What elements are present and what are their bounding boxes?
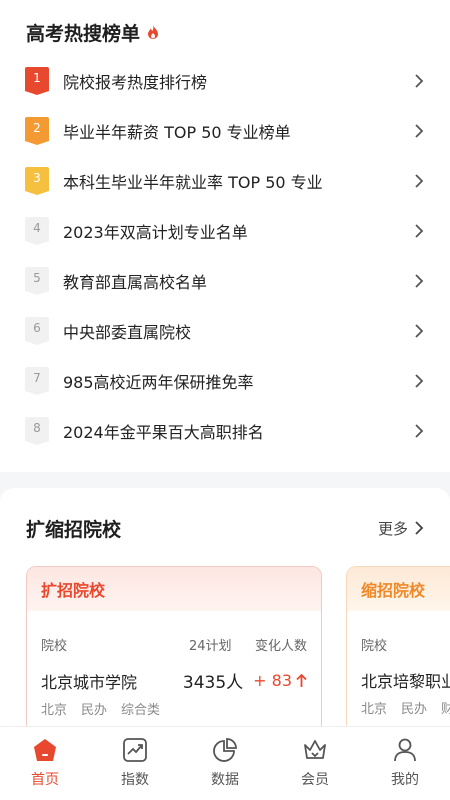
rank-number: 1 — [33, 71, 41, 85]
crown-icon — [304, 740, 326, 759]
card-column-headers: 院校 24计划 变化人数 — [27, 635, 321, 654]
bottom-tab-bar: 首页 指数 数据 会员 我的 — [0, 726, 450, 800]
hot-search-section: 高考热搜榜单 1 院校报考热度排行榜 2 毕业半年薪资 TOP 50 专业榜单 — [0, 0, 450, 472]
rank-badge-4: 4 — [25, 217, 49, 245]
card-column-headers: 院校 — [347, 635, 450, 654]
tag-type: 综合类 — [121, 703, 161, 718]
rank-number: 7 — [33, 371, 41, 385]
change-count: + 83 — [253, 671, 307, 690]
rank-badge-2: 2 — [25, 117, 49, 145]
rank-item[interactable]: 7 985高校近两年保研推免率 — [0, 356, 450, 406]
expand-shrink-title: 扩缩招院校 — [26, 518, 122, 541]
tab-mine[interactable]: 我的 — [360, 727, 450, 800]
chevron-right-icon — [415, 224, 424, 238]
tag-region: 北京 — [361, 702, 388, 717]
rank-badge-3: 3 — [25, 167, 49, 195]
tab-label: 会员 — [301, 772, 329, 788]
rank-badge-7: 7 — [25, 367, 49, 395]
rank-number: 6 — [33, 321, 41, 335]
col-change: 变化人数 — [254, 639, 307, 654]
expand-shrink-section: 扩缩招院校 更多 扩招院校 院校 24计划 变化人数 北京城市学院 3435人 … — [0, 488, 450, 728]
shrink-card-title: 缩招院校 — [347, 567, 450, 611]
school-row[interactable]: 北京城市学院 3435人 + 83 — [27, 668, 321, 693]
rank-item[interactable]: 1 院校报考热度排行榜 — [0, 56, 450, 106]
more-link[interactable]: 更多 — [378, 518, 424, 539]
shrink-card[interactable]: 缩招院校 院校 北京培黎职业 北京 民办 财 — [346, 566, 450, 728]
rank-item[interactable]: 6 中央部委直属院校 — [0, 306, 450, 356]
rank-item-label: 中央部委直属院校 — [63, 323, 192, 342]
hot-search-header: 高考热搜榜单 — [0, 18, 450, 46]
rank-item[interactable]: 4 2023年双高计划专业名单 — [0, 206, 450, 256]
rank-number: 2 — [33, 121, 41, 135]
chevron-right-icon — [415, 324, 424, 338]
tag-type: 财 — [441, 698, 450, 717]
chevron-right-icon — [415, 521, 424, 535]
col-plan: 24计划 — [189, 639, 232, 654]
arrow-up-icon — [296, 673, 307, 687]
rank-badge-1: 1 — [25, 67, 49, 95]
tab-member[interactable]: 会员 — [270, 727, 360, 800]
rank-item[interactable]: 2 毕业半年薪资 TOP 50 专业榜单 — [0, 106, 450, 156]
rank-item[interactable]: 8 2024年金平果百大高职排名 — [0, 406, 450, 456]
chevron-right-icon — [415, 374, 424, 388]
rank-item-label: 2024年金平果百大高职排名 — [63, 423, 264, 442]
rank-badge-8: 8 — [25, 417, 49, 445]
school-tags: 北京 民办 财 — [347, 698, 450, 717]
rank-item-label: 本科生毕业半年就业率 TOP 50 专业 — [63, 173, 323, 192]
chevron-right-icon — [415, 74, 424, 88]
tab-label: 指数 — [121, 772, 149, 788]
tab-index[interactable]: 指数 — [90, 727, 180, 800]
tab-label: 数据 — [211, 772, 239, 788]
col-school: 院校 — [41, 639, 68, 654]
rank-item[interactable]: 3 本科生毕业半年就业率 TOP 50 专业 — [0, 156, 450, 206]
school-name: 北京城市学院 — [41, 672, 138, 692]
more-label: 更多 — [377, 519, 408, 538]
chevron-right-icon — [415, 124, 424, 138]
flame-icon — [148, 25, 159, 39]
rank-badge-6: 6 — [25, 317, 49, 345]
chevron-right-icon — [415, 424, 424, 438]
rank-item-label: 院校报考热度排行榜 — [63, 73, 208, 92]
tab-label: 我的 — [391, 772, 419, 788]
rank-number: 4 — [33, 221, 41, 235]
school-tags: 北京 民办 综合类 — [27, 699, 321, 718]
rank-item-label: 2023年双高计划专业名单 — [63, 223, 248, 242]
expand-card[interactable]: 扩招院校 院校 24计划 变化人数 北京城市学院 3435人 + 83 北京 民… — [26, 566, 322, 728]
expand-card-title: 扩招院校 — [27, 567, 321, 611]
school-row[interactable]: 北京培黎职业 — [347, 668, 450, 692]
tag-ownership: 民办 — [401, 702, 428, 717]
hot-search-title: 高考热搜榜单 — [26, 22, 141, 45]
rank-item-label: 985高校近两年保研推免率 — [63, 373, 254, 392]
chart-icon — [123, 738, 147, 762]
tab-data[interactable]: 数据 — [180, 727, 270, 800]
rank-number: 5 — [33, 271, 41, 285]
tab-label: 首页 — [31, 772, 59, 788]
col-school: 院校 — [361, 639, 388, 654]
rank-number: 3 — [33, 171, 41, 185]
tag-region: 北京 — [41, 703, 68, 718]
hot-search-list: 1 院校报考热度排行榜 2 毕业半年薪资 TOP 50 专业榜单 3 本科生毕业… — [0, 56, 450, 456]
expand-shrink-header: 扩缩招院校 更多 — [0, 488, 450, 568]
pie-icon — [213, 738, 237, 762]
chevron-right-icon — [415, 174, 424, 188]
home-icon — [34, 739, 56, 761]
rank-number: 8 — [33, 421, 41, 435]
plan-count: 3435人 — [182, 673, 244, 693]
rank-badge-5: 5 — [25, 267, 49, 295]
tag-ownership: 民办 — [81, 703, 108, 718]
tab-home[interactable]: 首页 — [0, 727, 90, 800]
school-name: 北京培黎职业 — [361, 672, 450, 691]
rank-item[interactable]: 5 教育部直属高校名单 — [0, 256, 450, 306]
rank-item-label: 教育部直属高校名单 — [63, 273, 208, 292]
person-icon — [394, 738, 416, 762]
change-value: + 83 — [253, 671, 292, 690]
chevron-right-icon — [415, 274, 424, 288]
rank-item-label: 毕业半年薪资 TOP 50 专业榜单 — [63, 123, 291, 142]
